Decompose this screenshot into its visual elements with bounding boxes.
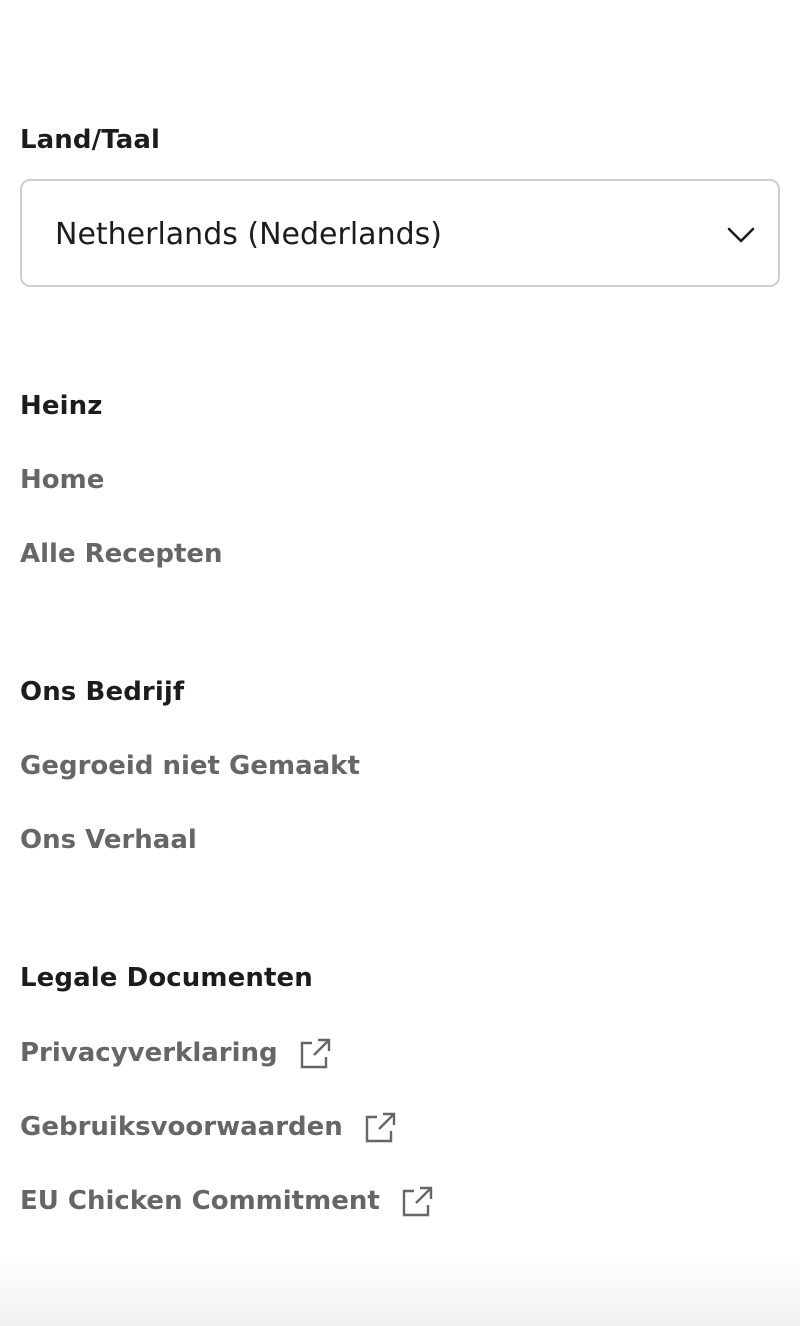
country-language-label: Land/Taal [20, 125, 161, 155]
chevron-down-icon [727, 227, 755, 243]
external-link-icon [300, 1038, 330, 1069]
nav-link-label: Privacyverklaring [20, 1038, 278, 1068]
section-title-heinz: Heinz [20, 391, 103, 421]
nav-link-alle-recepten[interactable]: Alle Recepten [20, 538, 223, 570]
nav-link-label: Gebruiksvoorwaarden [20, 1112, 343, 1142]
section-title-legale-documenten: Legale Documenten [20, 963, 313, 993]
nav-link-label: Gegroeid niet Gemaakt [20, 751, 360, 781]
nav-link-label: Home [20, 465, 105, 495]
external-link-icon [402, 1186, 432, 1217]
bottom-fade [0, 1256, 800, 1326]
nav-link-label: Alle Recepten [20, 539, 223, 569]
nav-link-label: Ons Verhaal [20, 825, 197, 855]
section-title-ons-bedrijf: Ons Bedrijf [20, 677, 185, 707]
nav-link-label: EU Chicken Commitment [20, 1186, 380, 1216]
country-language-select[interactable]: Netherlands (Nederlands) [20, 179, 780, 287]
nav-link-home[interactable]: Home [20, 464, 104, 496]
nav-link-ons-verhaal[interactable]: Ons Verhaal [20, 824, 197, 856]
nav-link-privacyverklaring[interactable]: Privacyverklaring [20, 1036, 332, 1070]
country-language-selected-value: Netherlands (Nederlands) [55, 217, 442, 252]
external-link-icon [365, 1112, 395, 1143]
nav-link-gebruiksvoorwaarden[interactable]: Gebruiksvoorwaarden [20, 1110, 397, 1144]
nav-link-eu-chicken-commitment[interactable]: EU Chicken Commitment [20, 1184, 434, 1218]
footer-menu: Land/Taal Netherlands (Nederlands) Heinz… [0, 0, 800, 1326]
nav-link-gegroeid-niet-gemaakt[interactable]: Gegroeid niet Gemaakt [20, 750, 360, 782]
